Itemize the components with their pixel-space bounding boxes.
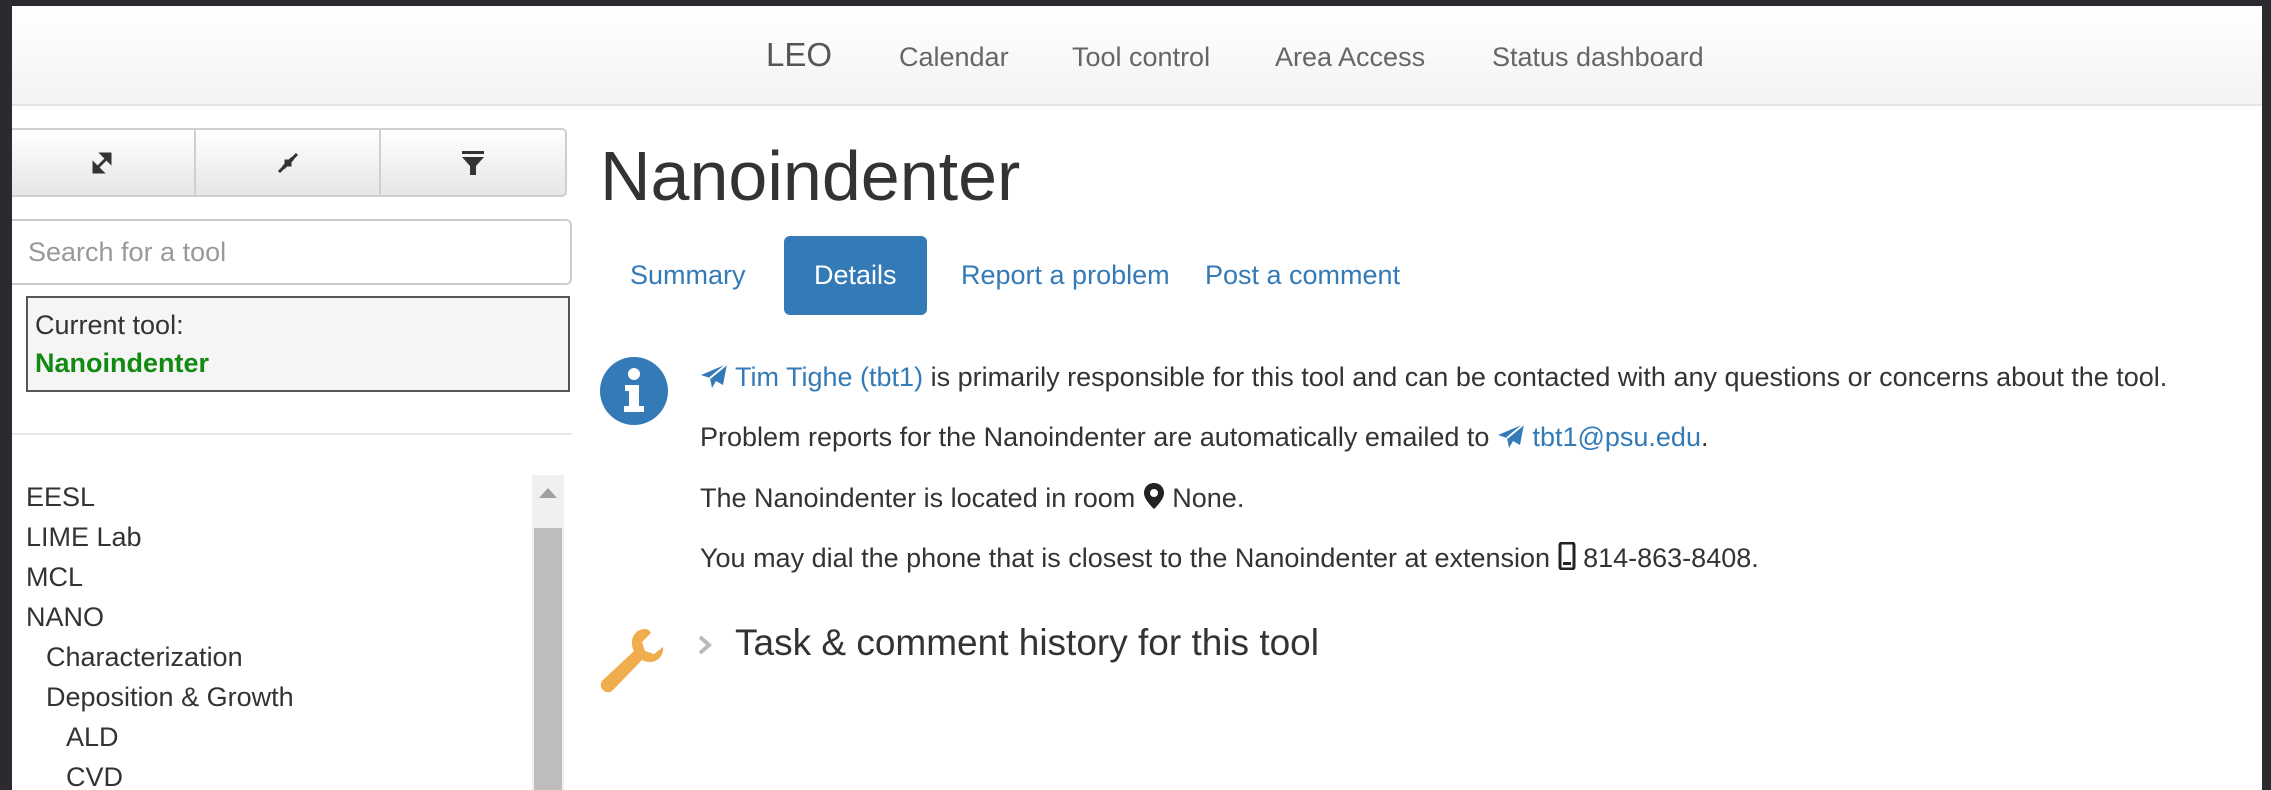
triangle-up-icon <box>539 488 557 498</box>
nav-area-access[interactable]: Area Access <box>1275 42 1425 73</box>
tab-summary[interactable]: Summary <box>600 236 776 315</box>
tree-item-lime-lab[interactable]: LIME Lab <box>26 522 142 553</box>
reports-suffix: . <box>1700 422 1709 452</box>
current-tool-label: Current tool: <box>35 310 184 340</box>
tree-item-characterization[interactable]: Characterization <box>46 642 243 673</box>
page-title: Nanoindenter <box>600 137 1021 215</box>
location-paragraph: The Nanoindenter is located in room None… <box>700 482 1244 514</box>
tree-scrollbar[interactable] <box>532 475 564 790</box>
location-room: None. <box>1172 483 1245 513</box>
nav-status-dashboard[interactable]: Status dashboard <box>1492 42 1704 73</box>
sidebar-divider <box>12 433 572 435</box>
chevron-right-icon[interactable] <box>696 634 714 656</box>
task-history-heading[interactable]: Task & comment history for this tool <box>735 622 1319 664</box>
top-navbar: LEO Calendar Tool control Area Access St… <box>12 6 2262 106</box>
tree-item-mcl[interactable]: MCL <box>26 562 83 593</box>
app-window: LEO Calendar Tool control Area Access St… <box>12 6 2262 790</box>
nav-brand[interactable]: LEO <box>766 36 832 74</box>
report-email-link[interactable]: tbt1@psu.edu <box>1532 422 1701 452</box>
paper-plane-icon <box>701 363 728 388</box>
phone-text: You may dial the phone that is closest t… <box>700 543 1558 573</box>
responsible-paragraph: Tim Tighe (tbt1) is primarily responsibl… <box>700 362 2167 393</box>
tab-report-problem[interactable]: Report a problem <box>931 236 1200 315</box>
tree-item-deposition-growth[interactable]: Deposition & Growth <box>46 682 294 713</box>
tree-item-cvd[interactable]: CVD <box>66 762 123 790</box>
phone-icon <box>1558 541 1576 571</box>
scroll-up-arrow[interactable] <box>532 475 564 511</box>
phone-paragraph: You may dial the phone that is closest t… <box>700 541 1759 574</box>
expand-all-button[interactable] <box>12 130 196 195</box>
nav-calendar[interactable]: Calendar <box>899 42 1009 73</box>
paper-plane-icon <box>1497 423 1525 448</box>
phone-number: 814-863-8408. <box>1583 543 1759 573</box>
current-tool-box: Current tool: Nanoindenter <box>26 296 570 392</box>
map-marker-icon <box>1143 483 1164 509</box>
responsible-text: is primarily responsible for this tool a… <box>923 362 2168 392</box>
wrench-icon <box>600 629 664 693</box>
tool-search-input[interactable] <box>12 219 572 285</box>
location-text: The Nanoindenter is located in room <box>700 483 1143 513</box>
scroll-thumb[interactable] <box>534 528 562 790</box>
reports-paragraph: Problem reports for the Nanoindenter are… <box>700 422 1708 453</box>
collapse-all-icon <box>277 152 298 173</box>
current-tool-name[interactable]: Nanoindenter <box>35 348 209 379</box>
reports-text: Problem reports for the Nanoindenter are… <box>700 422 1497 452</box>
expand-all-icon <box>92 152 112 173</box>
filter-icon <box>462 150 485 175</box>
tree-item-nano[interactable]: NANO <box>26 602 104 633</box>
tab-details[interactable]: Details <box>784 236 927 315</box>
tree-controls <box>12 128 567 197</box>
collapse-all-button[interactable] <box>196 130 382 195</box>
tree-item-eesl[interactable]: EESL <box>26 482 95 513</box>
responsible-person-link[interactable]: Tim Tighe (tbt1) <box>735 362 923 392</box>
filter-button[interactable] <box>381 130 565 195</box>
tab-post-comment[interactable]: Post a comment <box>1175 236 1430 315</box>
tree-item-ald[interactable]: ALD <box>66 722 119 753</box>
nav-tool-control[interactable]: Tool control <box>1072 42 1210 73</box>
info-icon <box>600 357 668 425</box>
